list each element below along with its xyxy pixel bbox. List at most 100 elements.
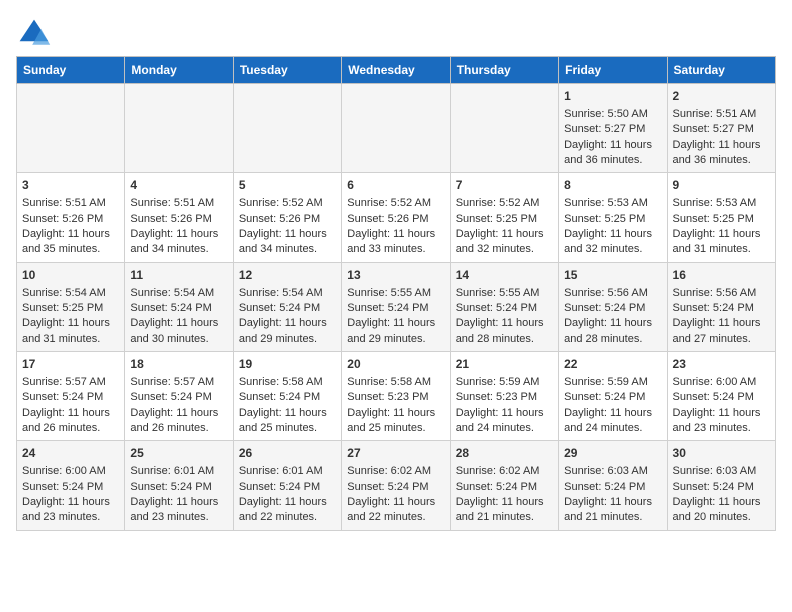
day-number: 25 (130, 445, 227, 462)
day-info: Sunrise: 6:01 AM (239, 464, 336, 479)
col-sunday: Sunday (17, 57, 125, 84)
logo (16, 16, 56, 52)
day-info: Daylight: 11 hours and 36 minutes. (564, 138, 661, 169)
day-info: Sunrise: 5:57 AM (130, 375, 227, 390)
calendar-week-row: 1Sunrise: 5:50 AMSunset: 5:27 PMDaylight… (17, 84, 776, 173)
day-number: 18 (130, 356, 227, 373)
day-info: Daylight: 11 hours and 32 minutes. (564, 227, 661, 258)
day-info: Sunset: 5:23 PM (347, 390, 444, 405)
day-info: Daylight: 11 hours and 36 minutes. (673, 138, 770, 169)
day-info: Sunset: 5:24 PM (347, 301, 444, 316)
day-info: Sunset: 5:26 PM (347, 212, 444, 227)
day-info: Sunrise: 5:52 AM (347, 196, 444, 211)
day-info: Daylight: 11 hours and 23 minutes. (22, 495, 119, 526)
col-friday: Friday (559, 57, 667, 84)
day-info: Daylight: 11 hours and 32 minutes. (456, 227, 553, 258)
day-info: Sunset: 5:24 PM (673, 480, 770, 495)
day-info: Sunset: 5:24 PM (22, 480, 119, 495)
day-info: Sunset: 5:25 PM (22, 301, 119, 316)
day-number: 2 (673, 88, 770, 105)
calendar-cell: 23Sunrise: 6:00 AMSunset: 5:24 PMDayligh… (667, 352, 775, 441)
day-info: Daylight: 11 hours and 26 minutes. (130, 406, 227, 437)
day-info: Sunrise: 5:56 AM (673, 286, 770, 301)
day-info: Sunrise: 5:54 AM (239, 286, 336, 301)
day-info: Sunrise: 6:03 AM (564, 464, 661, 479)
calendar-cell (233, 84, 341, 173)
day-info: Sunset: 5:24 PM (347, 480, 444, 495)
day-number: 21 (456, 356, 553, 373)
day-info: Daylight: 11 hours and 25 minutes. (347, 406, 444, 437)
day-info: Sunset: 5:26 PM (130, 212, 227, 227)
day-info: Daylight: 11 hours and 26 minutes. (22, 406, 119, 437)
day-info: Daylight: 11 hours and 28 minutes. (564, 316, 661, 347)
day-number: 29 (564, 445, 661, 462)
day-info: Daylight: 11 hours and 33 minutes. (347, 227, 444, 258)
col-thursday: Thursday (450, 57, 558, 84)
day-info: Daylight: 11 hours and 20 minutes. (673, 495, 770, 526)
day-info: Sunrise: 5:58 AM (239, 375, 336, 390)
day-info: Sunrise: 5:51 AM (130, 196, 227, 211)
day-info: Sunset: 5:23 PM (456, 390, 553, 405)
calendar-cell: 12Sunrise: 5:54 AMSunset: 5:24 PMDayligh… (233, 262, 341, 351)
calendar-cell (450, 84, 558, 173)
day-number: 7 (456, 177, 553, 194)
col-monday: Monday (125, 57, 233, 84)
day-info: Sunset: 5:24 PM (564, 480, 661, 495)
day-info: Sunrise: 5:58 AM (347, 375, 444, 390)
calendar-cell: 3Sunrise: 5:51 AMSunset: 5:26 PMDaylight… (17, 173, 125, 262)
day-info: Daylight: 11 hours and 29 minutes. (239, 316, 336, 347)
calendar-cell: 26Sunrise: 6:01 AMSunset: 5:24 PMDayligh… (233, 441, 341, 530)
day-number: 14 (456, 267, 553, 284)
day-number: 26 (239, 445, 336, 462)
day-info: Daylight: 11 hours and 21 minutes. (564, 495, 661, 526)
calendar-cell: 24Sunrise: 6:00 AMSunset: 5:24 PMDayligh… (17, 441, 125, 530)
day-info: Sunset: 5:24 PM (673, 390, 770, 405)
day-info: Daylight: 11 hours and 31 minutes. (22, 316, 119, 347)
day-number: 4 (130, 177, 227, 194)
day-info: Daylight: 11 hours and 23 minutes. (673, 406, 770, 437)
calendar-cell: 22Sunrise: 5:59 AMSunset: 5:24 PMDayligh… (559, 352, 667, 441)
day-number: 3 (22, 177, 119, 194)
day-info: Sunrise: 6:03 AM (673, 464, 770, 479)
day-number: 19 (239, 356, 336, 373)
day-number: 11 (130, 267, 227, 284)
calendar-cell: 7Sunrise: 5:52 AMSunset: 5:25 PMDaylight… (450, 173, 558, 262)
day-info: Daylight: 11 hours and 34 minutes. (130, 227, 227, 258)
day-number: 27 (347, 445, 444, 462)
page-header (16, 16, 776, 52)
day-info: Sunrise: 6:02 AM (347, 464, 444, 479)
calendar-cell: 14Sunrise: 5:55 AMSunset: 5:24 PMDayligh… (450, 262, 558, 351)
calendar-cell: 9Sunrise: 5:53 AMSunset: 5:25 PMDaylight… (667, 173, 775, 262)
calendar-cell: 6Sunrise: 5:52 AMSunset: 5:26 PMDaylight… (342, 173, 450, 262)
day-number: 24 (22, 445, 119, 462)
day-number: 8 (564, 177, 661, 194)
day-info: Sunrise: 6:02 AM (456, 464, 553, 479)
calendar-table: Sunday Monday Tuesday Wednesday Thursday… (16, 56, 776, 531)
day-info: Sunset: 5:24 PM (239, 390, 336, 405)
day-info: Daylight: 11 hours and 29 minutes. (347, 316, 444, 347)
day-number: 10 (22, 267, 119, 284)
day-info: Sunset: 5:24 PM (130, 390, 227, 405)
day-info: Sunset: 5:24 PM (564, 390, 661, 405)
day-info: Daylight: 11 hours and 25 minutes. (239, 406, 336, 437)
day-info: Sunrise: 6:01 AM (130, 464, 227, 479)
day-info: Sunrise: 5:57 AM (22, 375, 119, 390)
day-info: Sunset: 5:26 PM (239, 212, 336, 227)
day-number: 17 (22, 356, 119, 373)
day-info: Sunrise: 5:50 AM (564, 107, 661, 122)
calendar-week-row: 24Sunrise: 6:00 AMSunset: 5:24 PMDayligh… (17, 441, 776, 530)
calendar-cell: 30Sunrise: 6:03 AMSunset: 5:24 PMDayligh… (667, 441, 775, 530)
calendar-week-row: 3Sunrise: 5:51 AMSunset: 5:26 PMDaylight… (17, 173, 776, 262)
day-number: 15 (564, 267, 661, 284)
calendar-cell: 2Sunrise: 5:51 AMSunset: 5:27 PMDaylight… (667, 84, 775, 173)
day-number: 1 (564, 88, 661, 105)
day-info: Daylight: 11 hours and 22 minutes. (347, 495, 444, 526)
day-info: Sunrise: 5:53 AM (564, 196, 661, 211)
day-number: 5 (239, 177, 336, 194)
day-number: 22 (564, 356, 661, 373)
day-number: 12 (239, 267, 336, 284)
calendar-cell: 11Sunrise: 5:54 AMSunset: 5:24 PMDayligh… (125, 262, 233, 351)
header-row: Sunday Monday Tuesday Wednesday Thursday… (17, 57, 776, 84)
day-info: Sunrise: 5:56 AM (564, 286, 661, 301)
day-info: Sunrise: 5:54 AM (130, 286, 227, 301)
